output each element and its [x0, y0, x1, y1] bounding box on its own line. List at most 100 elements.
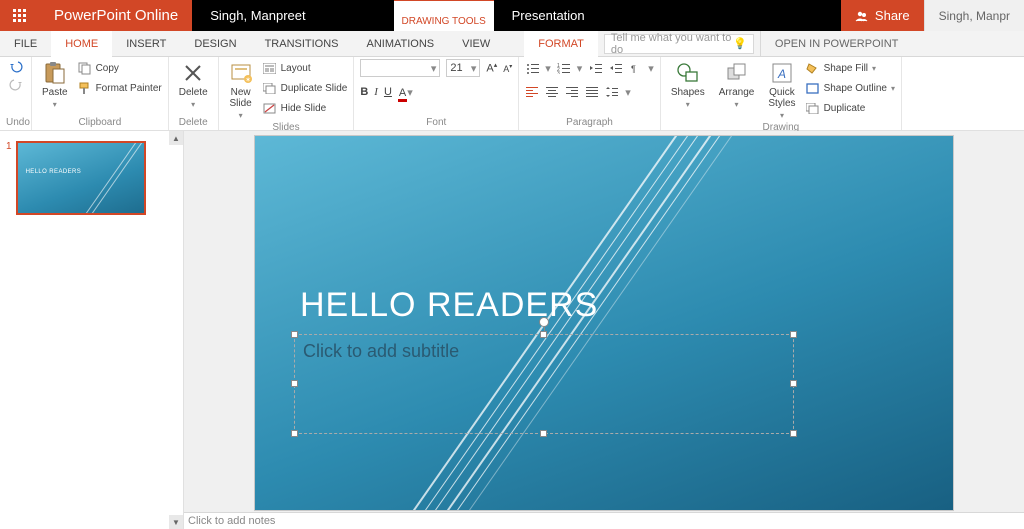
app-name: PowerPoint Online — [40, 0, 192, 31]
line-spacing-button[interactable] — [605, 85, 619, 99]
font-family-select[interactable]: ▾ — [360, 59, 440, 77]
svg-text:¶: ¶ — [631, 64, 636, 74]
tab-design[interactable]: DESIGN — [180, 31, 250, 56]
justify-button[interactable] — [585, 85, 599, 99]
align-center-button[interactable] — [545, 85, 559, 99]
slide-thumbnail-pane: ▲ 1 HELLO READERS ▼ — [0, 131, 184, 529]
slide-editor: HELLO READERS Click to add subtitle Clic… — [184, 131, 1024, 529]
decrease-indent-button[interactable] — [588, 61, 602, 75]
resize-handle[interactable] — [291, 331, 298, 338]
quick-styles-button[interactable]: A Quick Styles▾ — [764, 59, 799, 122]
quick-styles-icon: A — [770, 61, 794, 85]
subtitle-placeholder-text: Click to add subtitle — [295, 335, 793, 368]
title-bar: PowerPoint Online Singh, Manpreet DRAWIN… — [0, 0, 1024, 31]
italic-button[interactable]: I — [374, 86, 378, 98]
underline-button[interactable]: U — [384, 86, 392, 98]
undo-button[interactable] — [9, 59, 23, 73]
duplicate-icon — [806, 101, 820, 115]
paste-button[interactable]: Paste▾ — [38, 59, 72, 111]
align-right-button[interactable] — [565, 85, 579, 99]
text-direction-button[interactable]: ¶ — [628, 61, 642, 75]
workspace: ▲ 1 HELLO READERS ▼ HELLO READERS — [0, 131, 1024, 529]
tab-home[interactable]: HOME — [51, 31, 112, 57]
shape-fill-button[interactable]: Shape Fill ▾ — [806, 59, 895, 77]
tab-animations[interactable]: ANIMATIONS — [353, 31, 449, 56]
document-title[interactable]: Presentation — [494, 0, 603, 31]
tab-transitions[interactable]: TRANSITIONS — [251, 31, 353, 56]
arrange-button[interactable]: Arrange▾ — [715, 59, 759, 111]
bold-button[interactable]: B — [360, 86, 368, 98]
duplicate-slide-button[interactable]: Duplicate Slide — [263, 79, 348, 97]
rotate-handle[interactable] — [539, 317, 549, 327]
resize-handle[interactable] — [291, 380, 298, 387]
drawing-tools-tab-label: DRAWING TOOLS — [394, 0, 494, 31]
slide-number: 1 — [6, 141, 12, 215]
thumb-scroll-down[interactable]: ▼ — [169, 515, 183, 529]
arrange-icon — [725, 61, 749, 85]
hide-slide-button[interactable]: Hide Slide — [263, 99, 348, 117]
shape-outline-icon — [806, 81, 820, 95]
slide-thumbnail-preview: HELLO READERS — [16, 141, 146, 215]
share-label: Share — [875, 8, 910, 23]
shape-outline-button[interactable]: Shape Outline ▾ — [806, 79, 895, 97]
format-painter-icon — [78, 81, 92, 95]
share-button[interactable]: Share — [841, 0, 924, 31]
tell-me-placeholder: Tell me what you want to do — [611, 32, 733, 56]
group-delete-label: Delete — [175, 117, 212, 130]
tab-view[interactable]: VIEW — [448, 31, 504, 56]
resize-handle[interactable] — [790, 430, 797, 437]
font-size-select[interactable]: 21▾ — [446, 59, 480, 77]
slide-title-text[interactable]: HELLO READERS — [300, 286, 598, 325]
thumb-scroll-up[interactable]: ▲ — [169, 131, 183, 145]
paste-icon — [43, 61, 67, 85]
svg-text:✶: ✶ — [245, 76, 251, 84]
resize-handle[interactable] — [790, 331, 797, 338]
shape-fill-icon — [806, 61, 820, 75]
slide-thumbnail[interactable]: 1 HELLO READERS — [0, 131, 183, 219]
lightbulb-icon: 💡 — [733, 37, 747, 50]
delete-button[interactable]: Delete▾ — [175, 59, 212, 111]
shrink-font-button[interactable]: A▾ — [503, 63, 512, 74]
new-slide-icon: ✶ — [229, 61, 253, 85]
tab-format[interactable]: FORMAT — [524, 31, 598, 57]
resize-handle[interactable] — [540, 430, 547, 437]
resize-handle[interactable] — [540, 331, 547, 338]
group-paragraph-label: Paragraph — [525, 117, 654, 130]
layout-icon — [263, 61, 277, 75]
tab-insert[interactable]: INSERT — [112, 31, 180, 56]
shapes-icon — [676, 61, 700, 85]
shapes-button[interactable]: Shapes▾ — [667, 59, 709, 111]
redo-button[interactable] — [9, 77, 23, 91]
font-color-button[interactable]: A▾ — [398, 86, 413, 99]
group-undo-label: Undo — [6, 117, 25, 130]
svg-text:A: A — [777, 67, 786, 81]
subtitle-textbox[interactable]: Click to add subtitle — [294, 334, 794, 434]
slide-canvas[interactable]: HELLO READERS Click to add subtitle — [254, 135, 954, 511]
bullets-button[interactable] — [525, 61, 539, 75]
resize-handle[interactable] — [291, 430, 298, 437]
duplicate-slide-icon — [263, 81, 277, 95]
user-name-right[interactable]: Singh, Manpr — [924, 0, 1024, 31]
increase-indent-button[interactable] — [608, 61, 622, 75]
copy-button[interactable]: Copy — [78, 59, 162, 77]
svg-text:3: 3 — [557, 71, 560, 74]
layout-button[interactable]: Layout — [263, 59, 348, 77]
duplicate-shape-button[interactable]: Duplicate — [806, 99, 895, 117]
numbering-button[interactable]: 123 — [557, 61, 571, 75]
format-painter-button[interactable]: Format Painter — [78, 79, 162, 97]
open-in-powerpoint-button[interactable]: OPEN IN POWERPOINT — [760, 31, 912, 56]
resize-handle[interactable] — [790, 380, 797, 387]
new-slide-button[interactable]: ✶ New Slide▾ — [225, 59, 257, 122]
tell-me-search[interactable]: Tell me what you want to do 💡 — [604, 34, 754, 54]
group-font-label: Font — [360, 117, 512, 130]
tab-file[interactable]: FILE — [0, 31, 51, 56]
app-launcher-button[interactable] — [0, 0, 40, 31]
grow-font-button[interactable]: A▴ — [486, 61, 497, 75]
menu-bar: FILE HOME INSERT DESIGN TRANSITIONS ANIM… — [0, 31, 1024, 57]
share-icon — [855, 9, 869, 23]
copy-icon — [78, 61, 92, 75]
user-name-left[interactable]: Singh, Manpreet — [192, 0, 323, 31]
align-left-button[interactable] — [525, 85, 539, 99]
ribbon: Undo Paste▾ Copy Format Painter Clipboar… — [0, 57, 1024, 131]
notes-input[interactable]: Click to add notes — [184, 512, 1024, 529]
